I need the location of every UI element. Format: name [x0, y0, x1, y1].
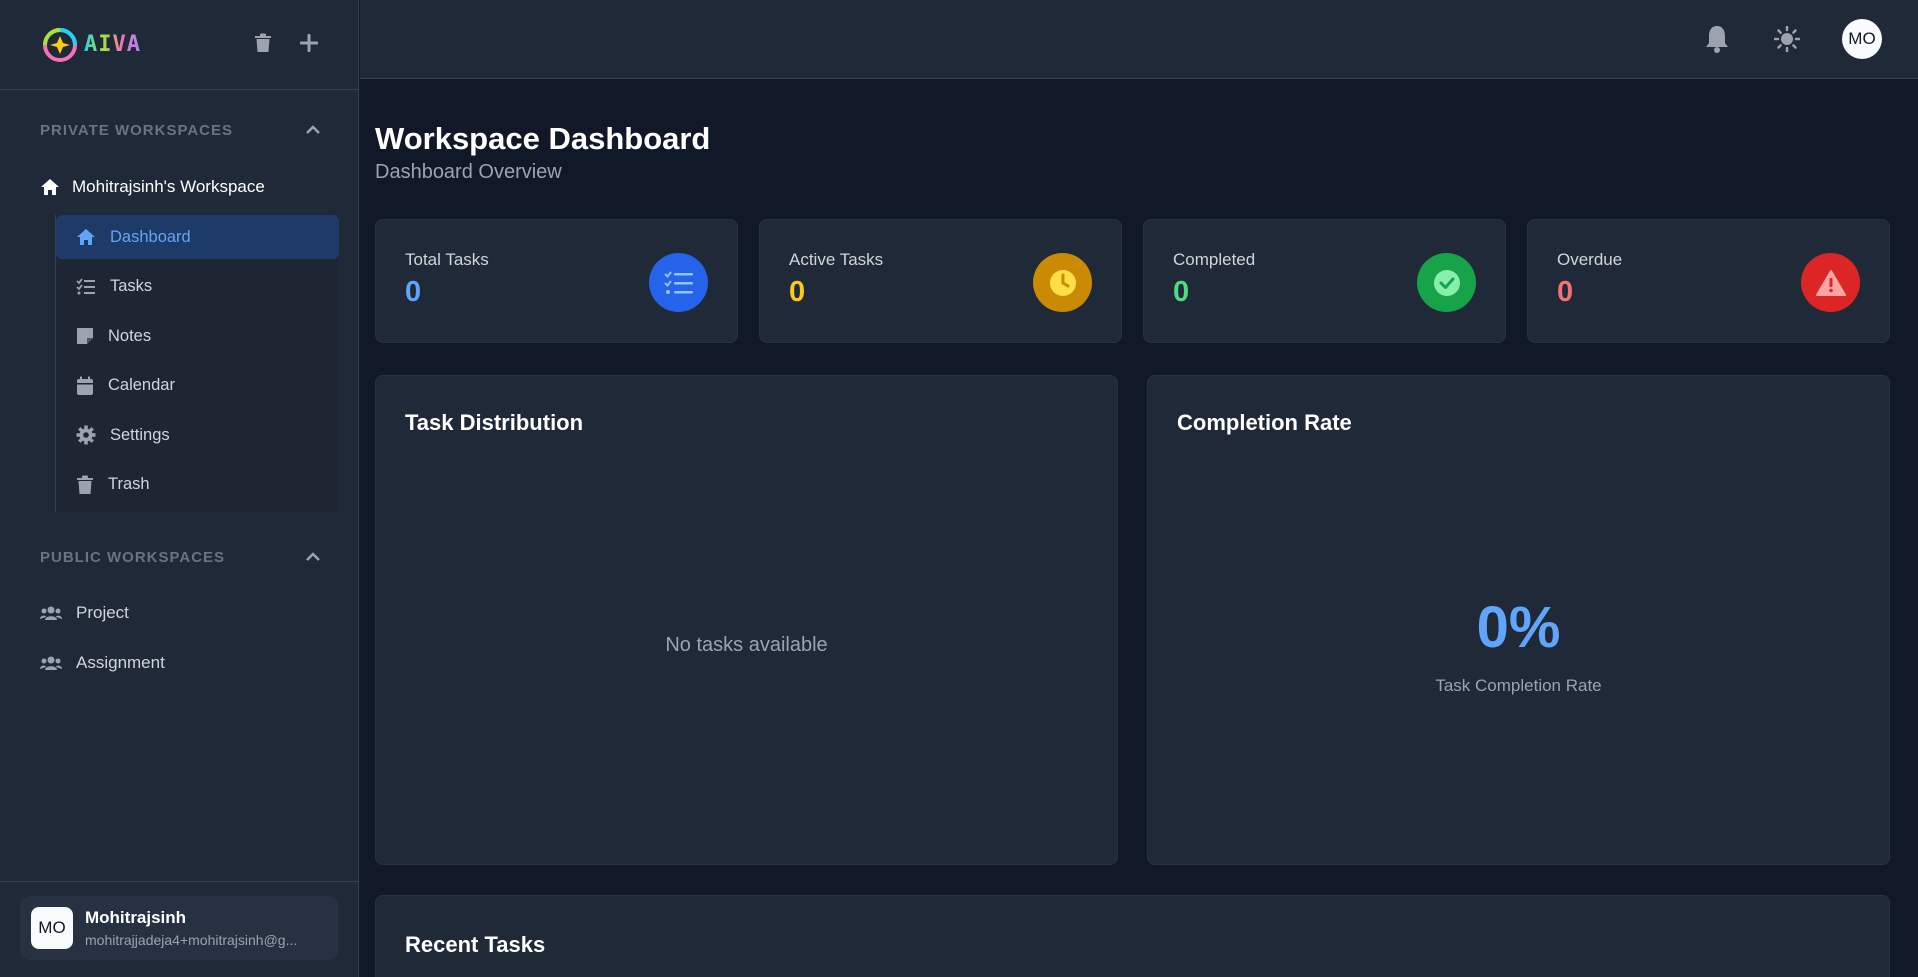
top-bar: MO [360, 0, 1918, 79]
stat-value: 0 [789, 276, 806, 308]
trash-icon [77, 475, 93, 494]
nav-label: Dashboard [110, 227, 191, 246]
nav-label: Settings [110, 425, 170, 444]
workspace-item[interactable]: Mohitrajsinh's Workspace [0, 172, 359, 202]
task-distribution-panel: Task Distribution No tasks available [375, 375, 1118, 865]
calendar-icon [77, 376, 93, 395]
sidebar: AIVA PRIVATE WORKSPACES Mohitrajsinh's W… [0, 0, 359, 977]
logo-text: AIVA [84, 32, 141, 57]
nav-item-calendar[interactable]: Calendar [56, 364, 339, 408]
nav-item-settings[interactable]: Settings [56, 413, 339, 457]
page-subtitle: Dashboard Overview [375, 161, 562, 183]
sidebar-footer: MO Mohitrajsinh mohitrajjadeja4+mohitraj… [0, 881, 359, 977]
bell-icon[interactable] [1702, 24, 1732, 54]
nav-item-tasks[interactable]: Tasks [56, 265, 339, 309]
stat-card-total: Total Tasks 0 [375, 219, 738, 343]
users-icon [40, 606, 62, 620]
sun-icon[interactable] [1772, 24, 1802, 54]
page-title: Workspace Dashboard [375, 121, 711, 156]
stats-row: Total Tasks 0 Active Tasks 0 Completed 0… [375, 219, 1890, 343]
home-icon [77, 229, 95, 245]
task-list-icon [649, 253, 708, 312]
workspace-nav: Dashboard Tasks Notes Calendar Settings … [55, 215, 339, 512]
stat-value: 0 [1173, 276, 1190, 308]
check-circle-icon [1417, 253, 1476, 312]
nav-label: Tasks [110, 277, 153, 295]
private-workspaces-title: PRIVATE WORKSPACES [40, 121, 234, 139]
user-avatar-button[interactable]: MO [1842, 19, 1882, 59]
clock-icon [1033, 253, 1092, 312]
users-icon [40, 656, 62, 670]
chevron-up-icon[interactable] [305, 552, 321, 562]
stat-card-completed: Completed 0 [1143, 219, 1506, 343]
nav-label: Calendar [108, 376, 175, 394]
home-icon [41, 179, 59, 195]
empty-state-text: No tasks available [665, 634, 828, 656]
completion-rate-panel: Completion Rate 0% Task Completion Rate [1147, 375, 1890, 865]
sidebar-header: AIVA [0, 0, 358, 90]
add-icon[interactable] [296, 30, 322, 56]
user-name: Mohitrajsinh [85, 908, 187, 927]
public-workspaces-title: PUBLIC WORKSPACES [40, 548, 226, 566]
public-item-project[interactable]: Project [0, 598, 359, 628]
public-item-label: Project [76, 603, 129, 622]
stat-label: Completed [1173, 250, 1256, 269]
panel-title: Recent Tasks [405, 932, 546, 957]
user-email: mohitrajjadeja4+mohitrajsinh@g... [85, 932, 298, 948]
public-item-assignment[interactable]: Assignment [0, 648, 359, 678]
avatar: MO [31, 907, 73, 949]
workspace-name: Mohitrajsinh's Workspace [72, 177, 265, 196]
stat-label: Overdue [1557, 250, 1623, 269]
completion-rate-value: 0% [1476, 595, 1561, 660]
completion-rate-label: Task Completion Rate [1435, 676, 1602, 695]
stat-label: Active Tasks [789, 250, 884, 269]
warning-icon [1801, 253, 1860, 312]
stat-card-overdue: Overdue 0 [1527, 219, 1890, 343]
nav-item-dashboard[interactable]: Dashboard [56, 215, 339, 259]
stat-label: Total Tasks [405, 250, 489, 269]
recent-tasks-panel: Recent Tasks [375, 895, 1890, 977]
stat-card-active: Active Tasks 0 [759, 219, 1122, 343]
user-profile-card[interactable]: MO Mohitrajsinh mohitrajjadeja4+mohitraj… [20, 896, 338, 960]
stat-value: 0 [405, 276, 422, 308]
gear-icon [76, 425, 96, 445]
nav-item-notes[interactable]: Notes [56, 314, 339, 358]
nav-label: Notes [108, 326, 152, 345]
public-item-label: Assignment [76, 653, 165, 672]
app-logo[interactable]: AIVA [40, 25, 141, 65]
note-icon [77, 328, 93, 344]
logo-icon [43, 27, 77, 62]
nav-label: Trash [108, 475, 150, 493]
task-list-icon [76, 277, 95, 294]
panel-title: Task Distribution [405, 410, 584, 435]
stat-value: 0 [1557, 276, 1574, 308]
public-workspaces-header[interactable]: PUBLIC WORKSPACES [0, 545, 359, 569]
nav-item-trash[interactable]: Trash [56, 463, 339, 507]
trash-icon[interactable] [250, 30, 276, 56]
private-workspaces-header[interactable]: PRIVATE WORKSPACES [0, 118, 359, 142]
chevron-up-icon[interactable] [305, 125, 321, 135]
panel-title: Completion Rate [1177, 410, 1352, 435]
